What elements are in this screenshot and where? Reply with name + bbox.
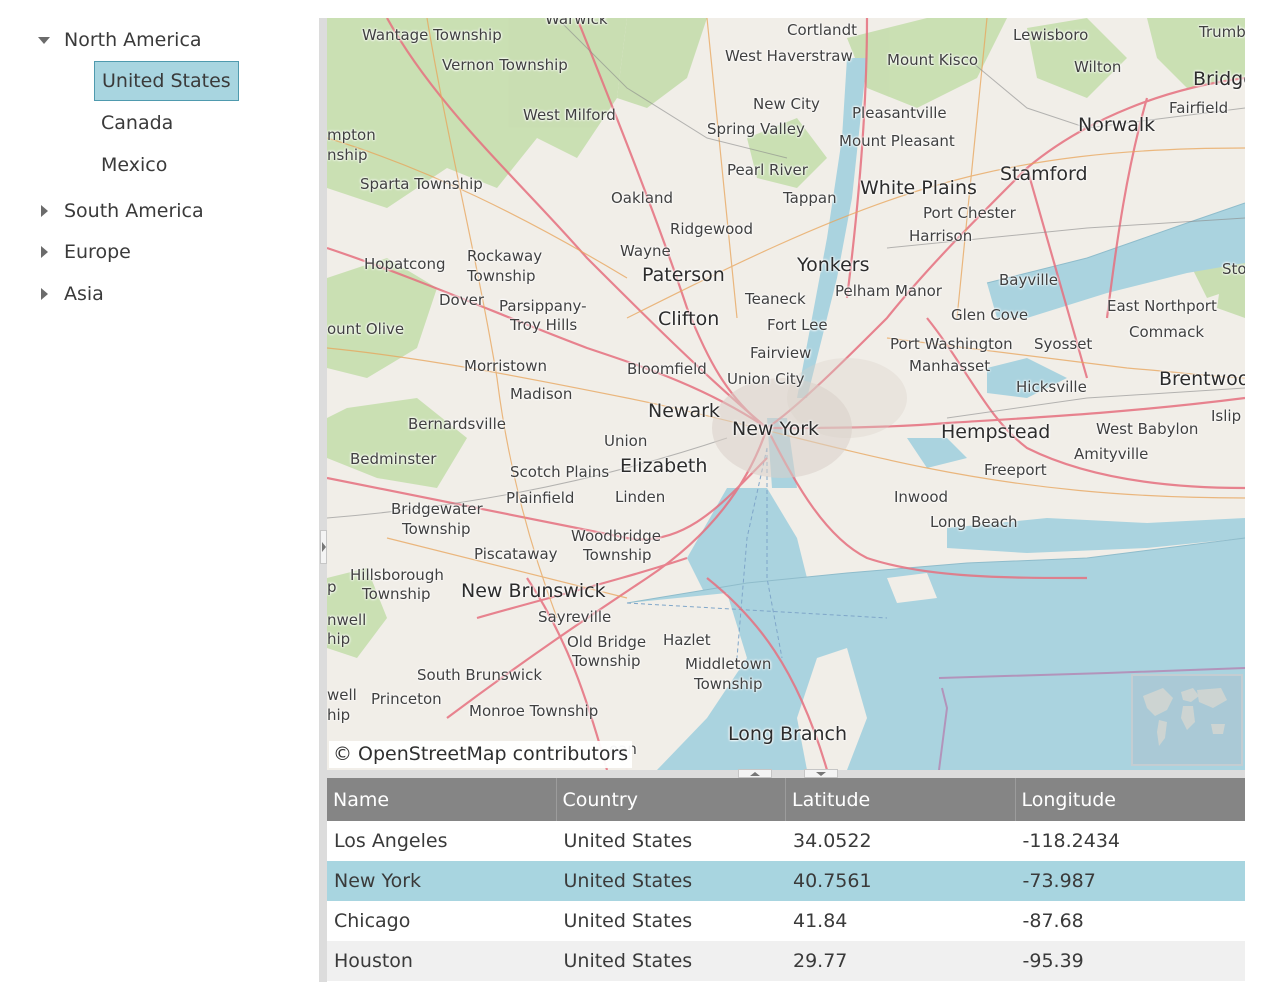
map-attribution: © OpenStreetMap contributors	[329, 741, 633, 768]
horizontal-splitter[interactable]	[327, 770, 1245, 778]
table-row[interactable]: Los Angeles United States 34.0522 -118.2…	[327, 821, 1245, 861]
cell-latitude: 41.84	[793, 910, 848, 932]
map-tiles	[327, 18, 1245, 770]
tree-node-europe[interactable]: Europe	[41, 232, 131, 272]
cell-name: Los Angeles	[334, 830, 448, 852]
cell-latitude: 29.77	[793, 950, 848, 972]
overview-minimap[interactable]	[1131, 674, 1243, 766]
cell-longitude: -87.68	[1022, 910, 1084, 932]
grid-header: Name Country Latitude Longitude	[327, 778, 1245, 821]
tree-node-asia[interactable]: Asia	[41, 274, 104, 314]
cell-longitude: -95.39	[1022, 950, 1084, 972]
vertical-splitter[interactable]	[319, 18, 327, 982]
table-row[interactable]: New York United States 40.7561 -73.987	[327, 861, 1245, 901]
cell-longitude: -73.987	[1022, 870, 1096, 892]
tree-node-label: Mexico	[101, 154, 168, 176]
tree-node-label: United States	[102, 70, 231, 92]
cities-grid: Name Country Latitude Longitude Los Ange…	[327, 778, 1245, 982]
cell-name: Chicago	[334, 910, 411, 932]
region-tree: North America United States Canada Mexic…	[0, 0, 310, 1000]
table-row[interactable]: Houston United States 29.77 -95.39	[327, 941, 1245, 981]
tree-node-mexico[interactable]: Mexico	[94, 145, 174, 185]
caret-right-icon[interactable]	[34, 242, 54, 262]
caret-right-icon[interactable]	[34, 284, 54, 304]
map-view[interactable]: Warwick Cortlandt Lewisboro Trumb Wantag…	[327, 18, 1245, 770]
tree-node-south-america[interactable]: South America	[41, 191, 204, 231]
splitter-collapse-up-handle[interactable]	[738, 769, 772, 778]
column-header-latitude[interactable]: Latitude	[786, 778, 1016, 821]
tree-node-label: South America	[64, 200, 204, 222]
tree-node-canada[interactable]: Canada	[94, 103, 180, 143]
caret-down-icon[interactable]	[34, 30, 54, 50]
tree-node-label: Asia	[64, 283, 104, 305]
tree-node-label: Canada	[101, 112, 174, 134]
cell-latitude: 40.7561	[793, 870, 872, 892]
cell-country: United States	[563, 870, 693, 892]
arrow-down-icon	[816, 771, 826, 776]
cell-country: United States	[563, 830, 693, 852]
column-header-country[interactable]: Country	[557, 778, 786, 821]
cell-name: New York	[334, 870, 422, 892]
caret-right-icon[interactable]	[34, 201, 54, 221]
cell-country: United States	[563, 910, 693, 932]
cell-longitude: -118.2434	[1022, 830, 1121, 852]
tree-node-north-america[interactable]: North America	[38, 20, 202, 60]
splitter-collapse-handle[interactable]	[320, 530, 327, 564]
arrow-up-icon	[750, 771, 760, 776]
world-map-icon	[1143, 688, 1227, 746]
splitter-collapse-down-handle[interactable]	[804, 769, 838, 778]
cell-country: United States	[563, 950, 693, 972]
tree-node-label: Europe	[64, 241, 131, 263]
column-header-name[interactable]: Name	[327, 778, 557, 821]
tree-node-label: North America	[64, 29, 202, 51]
table-row[interactable]: Chicago United States 41.84 -87.68	[327, 901, 1245, 941]
cell-latitude: 34.0522	[793, 830, 872, 852]
column-header-longitude[interactable]: Longitude	[1016, 778, 1246, 821]
cell-name: Houston	[334, 950, 413, 972]
tree-node-united-states[interactable]: United States	[94, 61, 239, 101]
